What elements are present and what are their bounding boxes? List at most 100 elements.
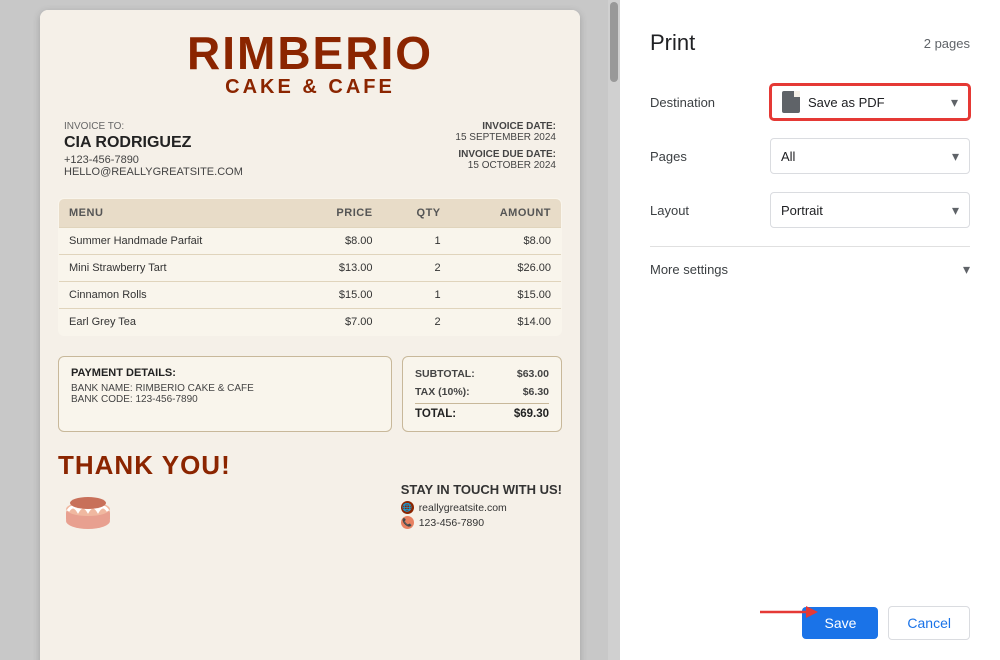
pages-value: All (781, 149, 795, 164)
table-row: Summer Handmade Parfait$8.001$8.00 (59, 228, 562, 255)
table-row: Earl Grey Tea$7.002$14.00 (59, 309, 562, 336)
brand-name: RIMBERIO (60, 30, 560, 76)
document-preview: RIMBERIO CAKE & CAFE INVOICE TO: CIA ROD… (0, 0, 620, 660)
cell-amount: $26.00 (451, 255, 562, 282)
subtotal-row: SUBTOTAL: $63.00 (415, 365, 549, 383)
cell-price: $13.00 (296, 255, 383, 282)
destination-value: Save as PDF (808, 95, 885, 110)
invoice-due-label: INVOICE DUE DATE: (455, 149, 556, 160)
cell-qty: 2 (383, 309, 451, 336)
phone-line: 📞 123-456-7890 (401, 516, 562, 529)
client-email: HELLO@REALLYGREATSITE.COM (64, 166, 243, 178)
pages-select[interactable]: All ▾ (770, 138, 970, 174)
destination-label: Destination (650, 95, 770, 110)
scrollbar-thumb[interactable] (610, 2, 618, 82)
bank-name: BANK NAME: RIMBERIO CAKE & CAFE (71, 383, 379, 394)
client-phone: +123-456-7890 (64, 154, 243, 166)
invoice-table: MENU PRICE QTY AMOUNT Summer Handmade Pa… (58, 198, 562, 336)
print-header: Print 2 pages (650, 30, 970, 56)
layout-select-text: Portrait (781, 203, 823, 218)
more-settings-chevron-icon: ▾ (963, 261, 970, 278)
cell-qty: 1 (383, 228, 451, 255)
arrow-svg (760, 600, 820, 624)
arrow-indicator (760, 600, 820, 624)
destination-select[interactable]: Save as PDF ▾ (770, 84, 970, 120)
pages-label: Pages (650, 149, 770, 164)
payment-details: PAYMENT DETAILS: BANK NAME: RIMBERIO CAK… (58, 356, 392, 432)
invoice-info-right: INVOICE DATE: 15 SEPTEMBER 2024 INVOICE … (455, 121, 556, 178)
bank-code: BANK CODE: 123-456-7890 (71, 394, 379, 405)
cancel-button[interactable]: Cancel (888, 606, 970, 640)
spacer (650, 292, 970, 590)
brand-sub: CAKE & CAFE (60, 76, 560, 99)
website-line: 🌐 reallygreatsite.com (401, 501, 562, 514)
scrollbar[interactable] (608, 0, 620, 660)
invoice-date-label: INVOICE DATE: (455, 121, 556, 132)
invoice-table-wrap: MENU PRICE QTY AMOUNT Summer Handmade Pa… (40, 190, 580, 344)
table-header-row: MENU PRICE QTY AMOUNT (59, 199, 562, 228)
totals-box: SUBTOTAL: $63.00 TAX (10%): $6.30 TOTAL:… (402, 356, 562, 432)
print-pages: 2 pages (924, 36, 970, 51)
total-value: $69.30 (514, 408, 549, 420)
phone-icon: 📞 (401, 516, 414, 529)
destination-select-text: Save as PDF (782, 91, 885, 113)
globe-icon: 🌐 (401, 501, 414, 514)
table-row: Cinnamon Rolls$15.001$15.00 (59, 282, 562, 309)
more-settings-row[interactable]: More settings ▾ (650, 246, 970, 292)
cell-price: $8.00 (296, 228, 383, 255)
cell-qty: 1 (383, 282, 451, 309)
invoice-info-left: INVOICE TO: CIA RODRIGUEZ +123-456-7890 … (64, 121, 243, 178)
destination-row: Destination Save as PDF ▾ (650, 84, 970, 120)
invoice-page: RIMBERIO CAKE & CAFE INVOICE TO: CIA ROD… (40, 10, 580, 660)
tax-value: $6.30 (523, 386, 549, 398)
footer-right: STAY IN TOUCH WITH US! 🌐 reallygreatsite… (401, 482, 562, 531)
cell-menu: Earl Grey Tea (59, 309, 296, 336)
payment-section: PAYMENT DETAILS: BANK NAME: RIMBERIO CAK… (40, 348, 580, 440)
print-title: Print (650, 30, 695, 56)
cell-amount: $14.00 (451, 309, 562, 336)
website-text: reallygreatsite.com (419, 502, 507, 514)
footer-phone-text: 123-456-7890 (419, 517, 484, 529)
col-header-qty: QTY (383, 199, 451, 228)
cell-menu: Mini Strawberry Tart (59, 255, 296, 282)
footer-left: THANK YOU! (58, 450, 231, 531)
col-header-menu: MENU (59, 199, 296, 228)
tax-row: TAX (10%): $6.30 (415, 383, 549, 401)
more-settings-label: More settings (650, 262, 728, 277)
invoice-footer: THANK YOU! STAY IN TOUCH WITH US! 🌐 (40, 440, 580, 545)
pages-row: Pages All ▾ (650, 138, 970, 174)
cell-price: $15.00 (296, 282, 383, 309)
cell-amount: $8.00 (451, 228, 562, 255)
layout-chevron-icon: ▾ (952, 202, 959, 219)
tax-label: TAX (10%): (415, 386, 470, 398)
stay-in-touch-title: STAY IN TOUCH WITH US! (401, 482, 562, 497)
layout-row: Layout Portrait ▾ (650, 192, 970, 228)
invoice-info: INVOICE TO: CIA RODRIGUEZ +123-456-7890 … (40, 109, 580, 190)
client-name: CIA RODRIGUEZ (64, 134, 243, 152)
print-panel: Print 2 pages Destination Save as PDF ▾ … (620, 0, 1000, 660)
table-row: Mini Strawberry Tart$13.002$26.00 (59, 255, 562, 282)
cell-price: $7.00 (296, 309, 383, 336)
pages-chevron-icon: ▾ (952, 148, 959, 165)
col-header-price: PRICE (296, 199, 383, 228)
destination-chevron-icon: ▾ (951, 94, 958, 111)
layout-value: Portrait (781, 203, 823, 218)
subtotal-label: SUBTOTAL: (415, 368, 475, 380)
layout-select[interactable]: Portrait ▾ (770, 192, 970, 228)
thank-you-text: THANK YOU! (58, 450, 231, 481)
cell-menu: Summer Handmade Parfait (59, 228, 296, 255)
total-label: TOTAL: (415, 408, 456, 420)
cell-menu: Cinnamon Rolls (59, 282, 296, 309)
invoice-due-value: 15 OCTOBER 2024 (455, 160, 556, 171)
cell-qty: 2 (383, 255, 451, 282)
invoice-to-label: INVOICE TO: (64, 121, 243, 132)
bottom-buttons: Save Cancel (650, 590, 970, 640)
cake-illustration (58, 481, 118, 531)
pages-select-text: All (781, 149, 795, 164)
invoice-header: RIMBERIO CAKE & CAFE (40, 10, 580, 109)
col-header-amount: AMOUNT (451, 199, 562, 228)
subtotal-value: $63.00 (517, 368, 549, 380)
total-row: TOTAL: $69.30 (415, 403, 549, 423)
payment-title: PAYMENT DETAILS: (71, 367, 379, 379)
layout-label: Layout (650, 203, 770, 218)
